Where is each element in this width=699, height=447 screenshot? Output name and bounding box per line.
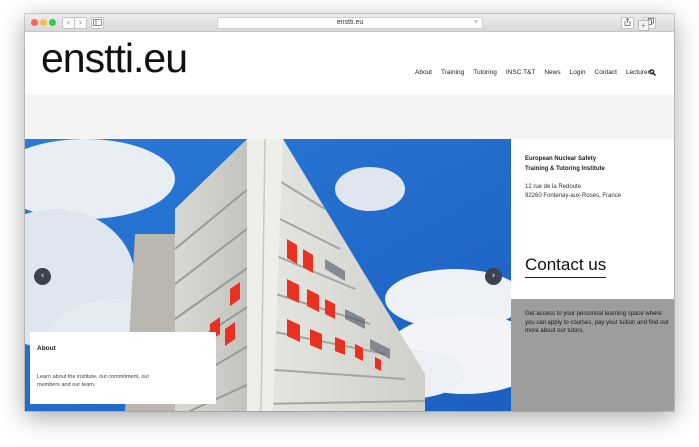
about-card-title: About: [37, 345, 56, 352]
header-spacer-band: [25, 94, 674, 139]
clear-url-icon[interactable]: ×: [474, 18, 478, 28]
learning-space-text: Get access to your personnal learning sp…: [525, 311, 669, 334]
main-menu: About Training Tutoring INSC T&T News Lo…: [415, 69, 662, 76]
contact-us-link[interactable]: Contact us: [525, 255, 607, 278]
minimize-window-button[interactable]: [40, 19, 47, 26]
institute-name: European Nuclear Safety Training & Tutor…: [525, 154, 605, 174]
menu-item-tutoring[interactable]: Tutoring: [473, 69, 497, 76]
address-bar-url: enstti.eu: [336, 19, 364, 26]
menu-item-training[interactable]: Training: [441, 69, 464, 76]
sidebar-toggle-icon[interactable]: [91, 17, 104, 29]
menu-item-login[interactable]: Login: [570, 69, 586, 76]
close-window-button[interactable]: [31, 19, 38, 26]
menu-item-contact[interactable]: Contact: [595, 69, 617, 76]
search-icon[interactable]: [649, 69, 656, 76]
address-line-1: 12 rue de la Redoute: [525, 184, 582, 190]
about-card-text: Learn about the institute, out commitmen…: [37, 374, 150, 388]
menu-item-insc[interactable]: INSC T&T: [506, 69, 536, 76]
slider-prev-button[interactable]: ‹: [34, 268, 51, 285]
address-line-2: 92260 Fontenay-aux-Roses, France: [525, 193, 622, 199]
menu-item-news[interactable]: News: [544, 69, 560, 76]
menu-item-about[interactable]: About: [415, 69, 432, 76]
zoom-window-button[interactable]: [49, 19, 56, 26]
address-bar[interactable]: enstti.eu ×: [217, 17, 483, 29]
institute-address: 12 rue de la Redoute 92260 Fontenay-aux-…: [525, 183, 621, 201]
about-card[interactable]: About Learn about the institute, out com…: [30, 332, 216, 404]
browser-window: ‹ › enstti.eu × enstti.eu About Training…: [25, 14, 674, 411]
site-header: enstti.eu About Training Tutoring INSC T…: [25, 32, 674, 94]
browser-toolbar: ‹ › enstti.eu ×: [25, 14, 674, 32]
learning-space-panel[interactable]: Get access to your personnal learning sp…: [511, 299, 674, 411]
institute-info-panel: European Nuclear Safety Training & Tutor…: [511, 139, 674, 299]
share-icon[interactable]: [621, 17, 634, 29]
institute-name-line-2: Training & Tutoring Institute: [525, 166, 605, 172]
new-tab-button[interactable]: +: [638, 20, 649, 31]
slider-next-button[interactable]: ›: [485, 268, 502, 285]
forward-button[interactable]: ›: [74, 17, 87, 29]
site-logo[interactable]: enstti.eu: [41, 36, 188, 80]
institute-name-line-1: European Nuclear Safety: [525, 156, 597, 162]
